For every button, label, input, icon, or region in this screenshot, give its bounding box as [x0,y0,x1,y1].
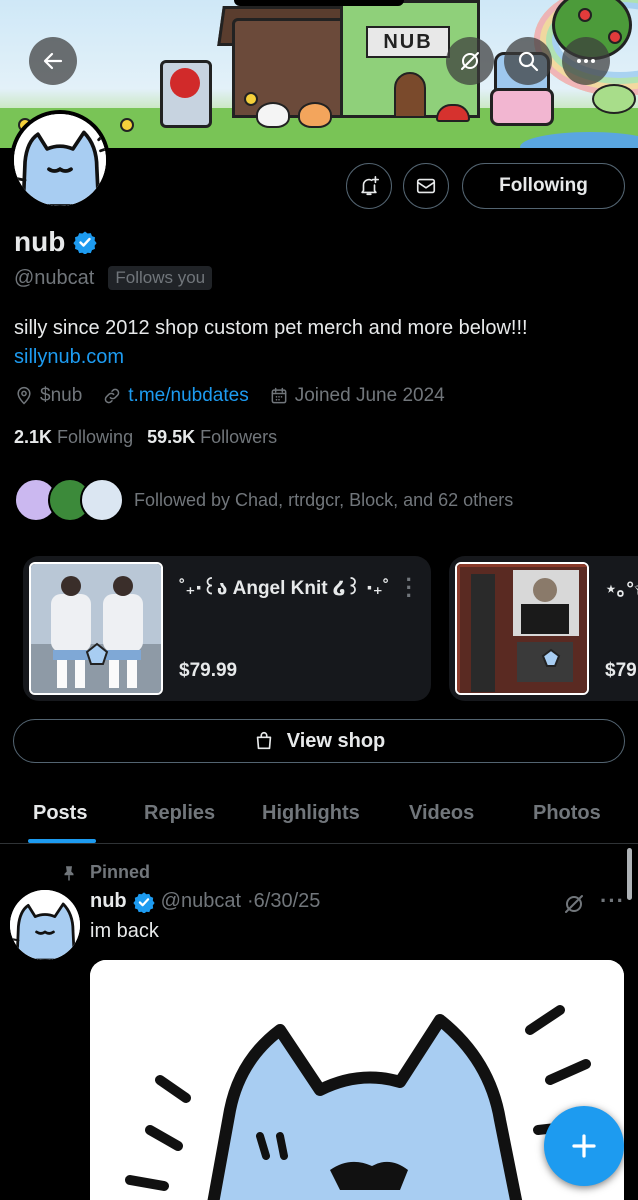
mutual-avatar [80,478,124,522]
following-label: Following [57,427,134,447]
followers-stat[interactable]: 59.5K Followers [147,427,277,448]
banner-cow [256,102,290,128]
following-stat[interactable]: 2.1K Following [14,427,133,448]
tab-replies[interactable]: Replies [144,782,215,844]
banner-flower [244,92,258,106]
banner-pink-coat [490,88,554,126]
back-button[interactable] [29,37,77,85]
pinned-label-row: Pinned [60,862,150,883]
search-icon [518,51,539,72]
post-date: ·6/30/25 [247,890,321,912]
profile-handle: @nubcat [14,266,95,289]
mutual-avatars [14,478,124,522]
profile-name: nub [14,226,66,257]
banner-apple [608,30,622,44]
followed-by-row[interactable]: Followed by Chad, rtrdgcr, Block, and 62… [14,478,513,522]
banner-flower [120,118,134,132]
post-header: nub @nubcat ·6/30/25 [90,890,320,913]
tab-videos[interactable]: Videos [409,782,474,844]
view-shop-label: View shop [286,729,386,752]
cashtag-text: $nub [40,385,83,406]
banner-cat [298,102,332,128]
shop-item-card[interactable]: ˚₊‧꒰ა Angel Knit ໒꒱ ‧₊˚ $79.99 · · · [23,556,431,701]
bell-plus-icon [361,176,379,196]
follows-you-badge: Follows you [108,266,213,290]
following-button[interactable]: Following [462,163,625,209]
banner-castle-door [394,72,426,118]
followers-count: 59.5K [147,427,196,447]
more-icon [577,59,595,63]
shop-item-title: ˚₊‧꒰ა Angel Knit ໒꒱ ‧₊˚ [179,578,390,599]
shop-item-price: $79.99 [179,660,238,681]
profile-name-row: nub [14,226,97,258]
handle-row: @nubcat Follows you [14,266,213,290]
tab-highlights[interactable]: Highlights [262,782,360,844]
grok-icon[interactable] [562,892,586,916]
envelope-icon [416,178,436,194]
tab-photos[interactable]: Photos [533,782,601,844]
pin-icon [64,865,74,880]
shop-item-title: ⋆｡°✩ [605,579,638,600]
banner-frog [592,84,636,114]
message-button[interactable] [403,163,449,209]
link-icon [104,388,120,404]
location-pin-icon [17,386,31,405]
calendar-icon [271,387,287,404]
website-link[interactable]: t.me/nubdates [128,385,248,407]
shop-item-image [29,562,163,695]
shop-item-more-icon[interactable]: · · · [406,569,413,607]
profile-tabs: Posts Replies Highlights Videos Photos [0,782,638,844]
notifications-button[interactable] [346,163,392,209]
verified-badge-icon[interactable] [73,230,97,254]
post-image[interactable] [90,960,624,1200]
back-arrow-icon [43,52,63,70]
follow-stats: 2.1K Following 59.5K Followers [14,427,277,448]
active-tab-indicator [28,839,96,843]
tab-posts[interactable]: Posts [33,782,87,844]
banner-splat [170,68,200,98]
post-author-name[interactable]: nub [90,890,127,913]
cat-avatar-image [10,890,80,960]
search-button[interactable] [504,37,552,85]
cat-drawing-image [90,960,624,1200]
post-more-icon[interactable]: ··· [600,890,625,912]
more-button[interactable] [562,37,610,85]
pinned-label: Pinned [90,862,151,882]
joined-item: Joined June 2024 [269,385,445,407]
joined-text: Joined June 2024 [294,385,445,406]
followers-label: Followers [200,427,278,447]
shop-item-price: $79 [605,660,637,681]
following-count: 2.1K [14,427,53,447]
compose-post-button[interactable] [544,1106,624,1186]
bio-link[interactable]: sillynub.com [14,346,124,369]
shop-item-image [455,562,589,695]
profile-bio: silly since 2012 shop custom pet merch a… [14,317,528,339]
grok-icon [461,52,479,70]
banner-apple [578,8,592,22]
followed-by-text: Followed by Chad, rtrdgcr, Block, and 62… [134,489,514,510]
verified-badge-icon [133,891,155,913]
post-author-avatar[interactable] [10,890,80,960]
website-item[interactable]: t.me/nubdates [102,385,249,407]
profile-avatar[interactable] [10,110,110,210]
post-author-handle: @nubcat [160,890,242,912]
banner-castle-sign: NUB [366,26,450,58]
shop-item-card[interactable]: ⋆｡°✩ $79 [449,556,638,701]
cat-avatar-image [14,114,106,206]
post-text: im back [90,920,159,942]
shopping-bag-icon [256,731,271,750]
cashtag-item: $nub [14,385,82,407]
profile-meta: $nub t.me/nubdates Joined June 2024 [14,385,445,407]
view-shop-button[interactable]: View shop [13,719,625,763]
status-notch [234,0,404,6]
grok-button[interactable] [446,37,494,85]
scrollbar[interactable] [627,848,632,900]
plus-icon [572,1134,596,1158]
